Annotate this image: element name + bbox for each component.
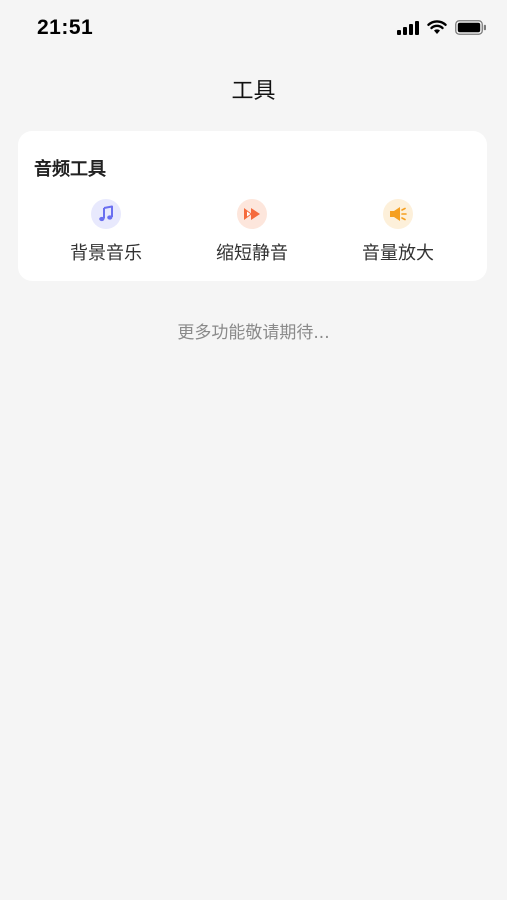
status-time: 21:51 [37, 16, 94, 39]
speaker-icon [383, 199, 413, 229]
status-icons [397, 20, 487, 35]
tool-label: 缩短静音 [216, 243, 288, 264]
audio-tools-card: 音频工具 背景音乐 缩短静音 音量放大 [18, 131, 487, 281]
section-title: 音频工具 [34, 159, 106, 180]
tool-volume-boost[interactable]: 音量放大 [338, 199, 458, 269]
page-title: 工具 [231, 79, 276, 104]
more-features-note: 更多功能敬请期待... [177, 323, 330, 343]
tool-background-music[interactable]: 背景音乐 [46, 199, 166, 269]
fast-forward-icon [237, 199, 267, 229]
cellular-signal-icon [397, 20, 419, 35]
tool-label: 音量放大 [362, 243, 434, 264]
music-note-icon [91, 199, 121, 229]
tool-label: 背景音乐 [70, 243, 142, 264]
battery-icon [455, 20, 486, 35]
tool-shorten-silence[interactable]: 缩短静音 [192, 199, 312, 269]
status-bar: 21:51 [0, 0, 507, 58]
wifi-icon [427, 20, 447, 34]
